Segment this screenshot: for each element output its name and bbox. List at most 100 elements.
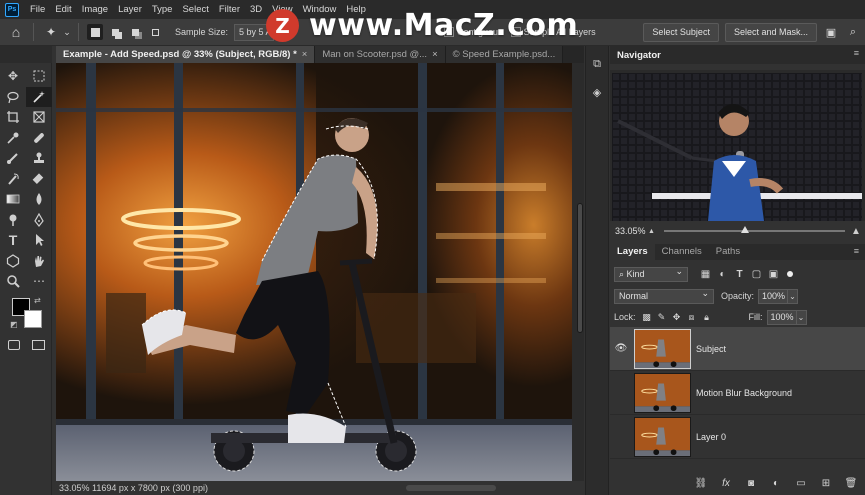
swap-colors-icon[interactable]: ⇄ bbox=[34, 296, 41, 305]
quick-mask-icon[interactable] bbox=[8, 340, 20, 350]
zoom-tool-icon[interactable] bbox=[0, 271, 26, 292]
new-layer-icon[interactable]: ⊞ bbox=[816, 473, 836, 493]
background-color-swatch[interactable] bbox=[24, 310, 42, 328]
blur-tool-icon[interactable] bbox=[26, 189, 52, 210]
adjustment-filter-icon[interactable]: ◐ bbox=[715, 267, 730, 282]
chevron-down-icon[interactable]: ⌄ bbox=[796, 309, 807, 325]
zoom-slider[interactable] bbox=[664, 226, 845, 233]
tab-example-add-speed[interactable]: Example - Add Speed.psd @ 33% (Subject, … bbox=[56, 46, 316, 63]
menu-select[interactable]: Select bbox=[177, 0, 213, 19]
layer-thumbnail[interactable] bbox=[634, 416, 691, 457]
healing-brush-tool-icon[interactable] bbox=[26, 128, 52, 149]
menu-filter[interactable]: Filter bbox=[214, 0, 245, 19]
menu-layer[interactable]: Layer bbox=[113, 0, 147, 19]
search-icon[interactable]: ⌕ bbox=[845, 25, 861, 41]
layer-thumbnail[interactable] bbox=[634, 372, 691, 413]
lock-position-icon[interactable]: ✥ bbox=[670, 310, 684, 324]
layer-name[interactable]: Layer 0 bbox=[696, 432, 726, 442]
menu-edit[interactable]: Edit bbox=[50, 0, 76, 19]
lock-image-icon[interactable]: ✎ bbox=[655, 310, 669, 324]
type-filter-icon[interactable]: T bbox=[732, 267, 747, 282]
chevron-down-icon[interactable]: ⌄ bbox=[62, 21, 72, 43]
smart-object-filter-icon[interactable]: ▣ bbox=[766, 267, 781, 282]
eraser-tool-icon[interactable] bbox=[26, 169, 52, 190]
trash-icon[interactable]: 🗑︎ bbox=[841, 473, 861, 493]
lasso-tool-icon[interactable] bbox=[0, 87, 26, 108]
canvas-image[interactable] bbox=[56, 63, 572, 481]
shape-tool-icon[interactable] bbox=[0, 251, 26, 272]
fill-input[interactable]: 100% bbox=[766, 309, 797, 325]
lock-artboard-icon[interactable]: ⧈ bbox=[685, 310, 699, 324]
fx-icon[interactable]: fx bbox=[716, 473, 736, 493]
eyedropper-tool-icon[interactable] bbox=[0, 128, 26, 149]
path-selection-tool-icon[interactable] bbox=[26, 230, 52, 251]
zoom-value[interactable]: 33.05% bbox=[610, 226, 648, 236]
menu-3d[interactable]: 3D bbox=[245, 0, 267, 19]
add-selection-icon[interactable] bbox=[107, 24, 123, 40]
layer-name[interactable]: Motion Blur Background bbox=[696, 388, 792, 398]
close-icon[interactable]: × bbox=[432, 49, 438, 60]
menu-file[interactable]: File bbox=[25, 0, 50, 19]
eye-icon[interactable]: 👁︎ bbox=[610, 327, 632, 371]
blend-mode-select[interactable]: Normal bbox=[614, 287, 714, 304]
frame-tool-icon[interactable] bbox=[26, 107, 52, 128]
horizontal-scrollbar-thumb[interactable] bbox=[406, 485, 496, 491]
panel-menu-icon[interactable]: ≡ bbox=[854, 48, 859, 58]
tab-paths[interactable]: Paths bbox=[709, 244, 747, 260]
opacity-input[interactable]: 100% bbox=[758, 288, 789, 304]
zoom-slider-knob[interactable] bbox=[741, 226, 750, 233]
adjustments-panel-icon[interactable]: ◈ bbox=[586, 82, 608, 102]
chevron-down-icon[interactable]: ⌄ bbox=[788, 288, 799, 304]
close-icon[interactable]: × bbox=[302, 49, 308, 60]
navigator-thumbnail[interactable] bbox=[612, 73, 862, 221]
pen-tool-icon[interactable] bbox=[26, 210, 52, 231]
crop-tool-icon[interactable] bbox=[0, 107, 26, 128]
scrollbar-thumb[interactable] bbox=[577, 203, 583, 333]
layer-kind-select[interactable]: ⌕ Kind bbox=[614, 265, 688, 282]
layer-row[interactable]: Layer 0 bbox=[610, 415, 865, 459]
panel-menu-icon[interactable]: ≡ bbox=[854, 246, 859, 256]
zoom-in-icon[interactable]: ▲ bbox=[851, 226, 865, 237]
layer-thumbnail[interactable] bbox=[634, 328, 691, 369]
more-tools-icon[interactable]: ⋯ bbox=[26, 271, 52, 292]
vertical-scrollbar[interactable] bbox=[572, 63, 584, 481]
hand-tool-icon[interactable] bbox=[26, 251, 52, 272]
add-mask-icon[interactable]: ◙ bbox=[741, 473, 761, 493]
select-subject-button[interactable]: Select Subject bbox=[643, 23, 719, 42]
stamp-tool-icon[interactable] bbox=[26, 148, 52, 169]
lock-all-icon[interactable]: 🔒︎ bbox=[700, 310, 714, 324]
new-selection-icon[interactable] bbox=[87, 24, 103, 40]
filter-toggle-icon[interactable] bbox=[787, 271, 793, 277]
brush-tool-icon[interactable] bbox=[0, 148, 26, 169]
type-tool-icon[interactable]: T bbox=[0, 230, 26, 251]
magic-wand-icon[interactable]: ✦ bbox=[40, 21, 62, 43]
adjustment-layer-icon[interactable]: ◐ bbox=[766, 473, 786, 493]
document-canvas[interactable] bbox=[56, 63, 572, 481]
tab-speed-example[interactable]: © Speed Example.psd... bbox=[445, 46, 564, 63]
photoshop-logo[interactable]: Ps bbox=[5, 2, 19, 17]
navigator-preview[interactable] bbox=[610, 70, 865, 221]
home-icon[interactable]: ⌂ bbox=[5, 21, 27, 43]
layer-row[interactable]: 👁︎ Subject bbox=[610, 327, 865, 371]
subtract-selection-icon[interactable] bbox=[127, 24, 143, 40]
default-colors-icon[interactable]: ◩ bbox=[10, 320, 18, 329]
tab-channels[interactable]: Channels bbox=[655, 244, 709, 260]
screen-mode-icon[interactable] bbox=[32, 340, 45, 350]
eye-icon[interactable] bbox=[610, 371, 632, 415]
pixel-filter-icon[interactable]: ▦ bbox=[698, 267, 713, 282]
layer-name[interactable]: Subject bbox=[696, 344, 726, 354]
shape-filter-icon[interactable]: ▢ bbox=[749, 267, 764, 282]
zoom-out-icon[interactable]: ▲ bbox=[648, 228, 658, 235]
workspace-icon[interactable]: ▣ bbox=[823, 25, 839, 41]
marquee-tool-icon[interactable] bbox=[26, 66, 52, 87]
magic-wand-tool-icon[interactable] bbox=[26, 86, 52, 107]
dodge-tool-icon[interactable] bbox=[0, 210, 26, 231]
lock-transparent-icon[interactable]: ▩ bbox=[640, 310, 654, 324]
history-panel-icon[interactable]: ⧉ bbox=[586, 54, 608, 74]
menu-type[interactable]: Type bbox=[147, 0, 178, 19]
layer-row[interactable]: Motion Blur Background bbox=[610, 371, 865, 415]
link-layers-icon[interactable]: ⛓︎ bbox=[691, 473, 711, 493]
move-tool-icon[interactable]: ✥ bbox=[0, 66, 26, 87]
tab-man-on-scooter[interactable]: Man on Scooter.psd @... × bbox=[315, 46, 446, 63]
navigator-title[interactable]: Navigator bbox=[617, 50, 661, 61]
